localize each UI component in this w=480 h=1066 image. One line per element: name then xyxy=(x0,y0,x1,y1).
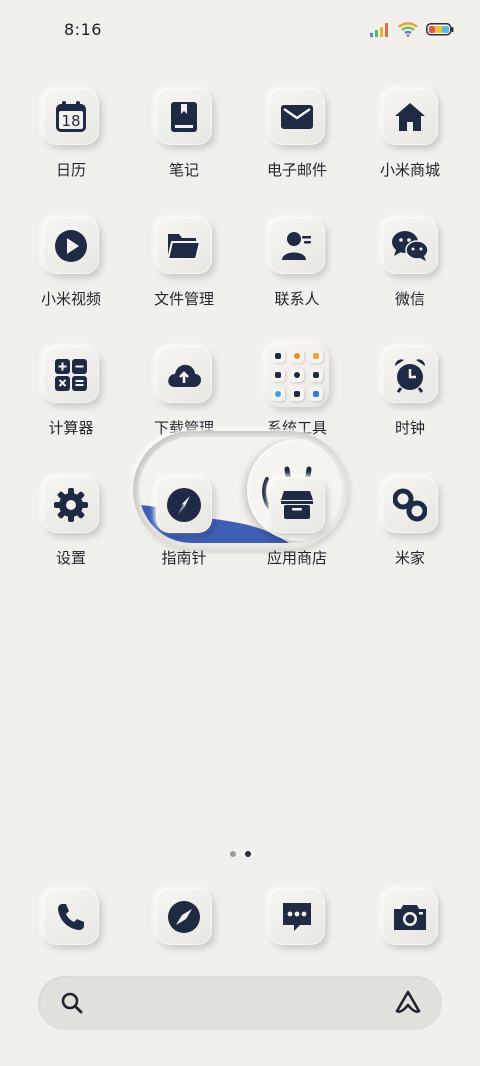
app-file-manager[interactable]: 文件管理 xyxy=(129,218,239,309)
settings-tile[interactable] xyxy=(43,477,99,533)
calendar-icon: 18 xyxy=(56,101,86,132)
app-calculator[interactable]: 计算器 xyxy=(16,347,126,438)
link-icon xyxy=(393,488,427,522)
mijia-tile[interactable] xyxy=(382,477,438,533)
compass-icon xyxy=(167,488,201,522)
app-label: 小米商城 xyxy=(379,161,440,179)
app-label: 时钟 xyxy=(394,419,425,437)
wechat-tile[interactable] xyxy=(382,218,438,274)
folder-icon xyxy=(166,234,202,260)
mini-app-icon xyxy=(290,368,304,382)
battery-icon xyxy=(426,23,454,36)
page-dot-active[interactable] xyxy=(244,851,251,857)
search-bar[interactable] xyxy=(38,976,442,1030)
app-mijia[interactable]: 米家 xyxy=(355,477,465,568)
app-clock[interactable]: 时钟 xyxy=(355,347,465,438)
app-label: 应用商店 xyxy=(266,549,327,567)
mini-app-icon xyxy=(271,387,285,401)
browser-tile[interactable] xyxy=(156,889,212,945)
app-label: 指南针 xyxy=(161,549,207,567)
phone-tile[interactable] xyxy=(43,889,99,945)
mini-app-icon xyxy=(271,349,285,363)
contacts-icon xyxy=(282,232,311,260)
notes-icon xyxy=(171,102,197,132)
search-icon[interactable] xyxy=(60,991,84,1015)
mini-app-icon xyxy=(309,368,323,382)
alarm-clock-icon xyxy=(395,359,425,393)
app-email[interactable]: 电子邮件 xyxy=(242,89,352,180)
mail-icon xyxy=(281,105,313,129)
calculator-icon xyxy=(55,359,87,391)
play-icon xyxy=(55,230,87,262)
dock-browser[interactable] xyxy=(129,889,239,945)
gear-icon xyxy=(54,488,88,522)
status-time: 8:16 xyxy=(64,20,102,39)
phone-icon xyxy=(58,904,84,930)
compass-tile[interactable] xyxy=(156,477,212,533)
app-label: 电子邮件 xyxy=(266,161,327,179)
mini-app-icon xyxy=(309,349,323,363)
notes-tile[interactable] xyxy=(156,89,212,145)
app-label: 微信 xyxy=(394,290,425,308)
dock-phone[interactable] xyxy=(16,889,126,945)
wechat-icon xyxy=(392,231,429,261)
wifi-icon xyxy=(398,22,418,37)
dock-messages[interactable] xyxy=(242,889,352,945)
calendar-tile[interactable]: 18 xyxy=(43,89,99,145)
folder-grid-icon[interactable] xyxy=(265,343,329,407)
app-contacts[interactable]: 联系人 xyxy=(242,218,352,309)
app-store-icon xyxy=(281,491,313,519)
app-label: 联系人 xyxy=(274,290,320,308)
page-dot[interactable] xyxy=(229,851,236,857)
camera-tile[interactable] xyxy=(382,889,438,945)
browser-compass-icon xyxy=(168,901,200,933)
status-bar: 8:16 xyxy=(0,0,480,60)
cloud-upload-icon xyxy=(168,364,201,387)
app-compass[interactable]: 指南针 xyxy=(129,477,239,568)
app-label: 小米视频 xyxy=(40,290,101,308)
camera-icon xyxy=(394,905,426,930)
app-settings[interactable]: 设置 xyxy=(16,477,126,568)
app-label: 日历 xyxy=(55,161,86,179)
app-calendar[interactable]: 18 日历 xyxy=(16,89,126,180)
app-app-store[interactable]: 应用商店 xyxy=(242,477,352,568)
signal-icon xyxy=(370,22,388,37)
app-mi-video[interactable]: 小米视频 xyxy=(16,218,126,309)
email-tile[interactable] xyxy=(269,89,325,145)
mini-app-icon xyxy=(309,387,323,401)
app-store-tile[interactable] xyxy=(269,477,325,533)
app-label: 文件管理 xyxy=(153,290,214,308)
store-home-icon xyxy=(395,103,425,131)
clock-tile[interactable] xyxy=(382,347,438,403)
app-notes[interactable]: 笔记 xyxy=(129,89,239,180)
mi-store-tile[interactable] xyxy=(382,89,438,145)
app-downloads[interactable]: 下载管理 xyxy=(129,347,239,438)
app-mi-store[interactable]: 小米商城 xyxy=(355,89,465,180)
calculator-tile[interactable] xyxy=(43,347,99,403)
mi-video-tile[interactable] xyxy=(43,218,99,274)
status-icons xyxy=(370,22,454,37)
message-icon xyxy=(283,903,311,931)
contacts-tile[interactable] xyxy=(269,218,325,274)
mini-app-icon xyxy=(290,387,304,401)
downloads-tile[interactable] xyxy=(156,347,212,403)
app-label: 计算器 xyxy=(48,419,94,437)
mini-app-icon xyxy=(271,368,285,382)
app-label: 笔记 xyxy=(168,161,199,179)
app-label: 米家 xyxy=(394,549,425,567)
mini-app-icon xyxy=(290,349,304,363)
app-wechat[interactable]: 微信 xyxy=(355,218,465,309)
assistant-icon[interactable] xyxy=(394,989,422,1015)
messages-tile[interactable] xyxy=(269,889,325,945)
app-label: 设置 xyxy=(55,549,86,567)
folder-system-tools[interactable]: 系统工具 xyxy=(242,343,352,438)
page-indicator xyxy=(0,851,480,857)
calendar-day: 18 xyxy=(61,112,80,130)
dock-camera[interactable] xyxy=(355,889,465,945)
file-manager-tile[interactable] xyxy=(156,218,212,274)
